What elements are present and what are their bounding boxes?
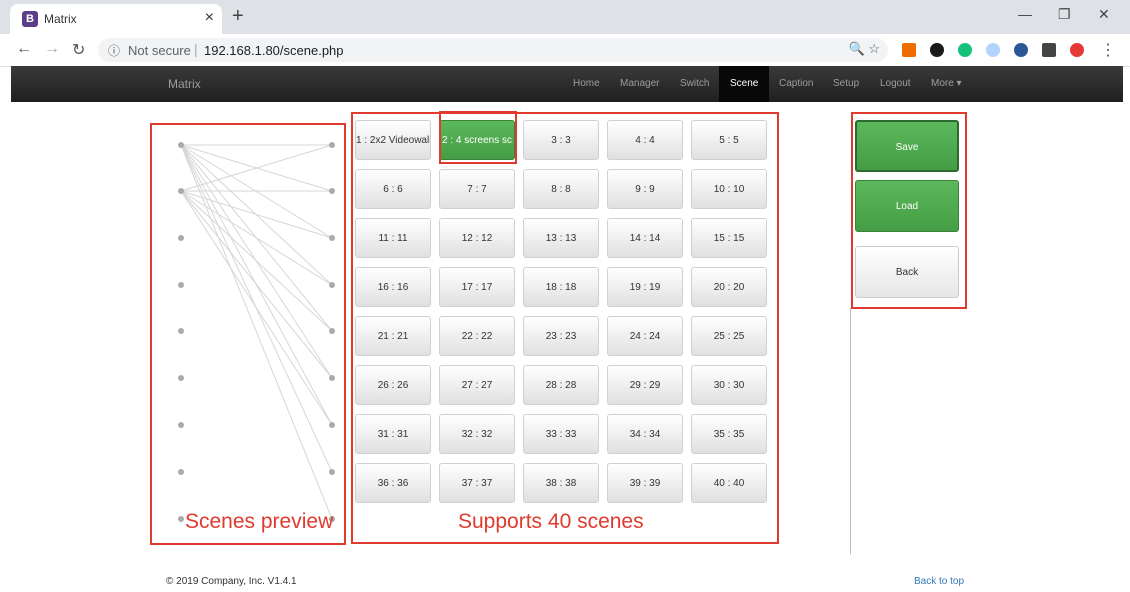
browser-tab-bar: B Matrix × + — ❐ ✕	[0, 0, 1130, 34]
grammarly-icon[interactable]	[958, 43, 972, 57]
extension-icon[interactable]	[902, 43, 916, 57]
security-label: Not secure	[128, 43, 191, 58]
url-text[interactable]: 192.168.1.80/scene.php	[204, 43, 344, 58]
forward-arrow-icon[interactable]: →	[44, 40, 60, 58]
nav-scene[interactable]: Scene	[719, 66, 770, 102]
scenes-annotation-box	[351, 112, 779, 544]
nav-more[interactable]: More ▾	[923, 66, 970, 102]
divider-line	[850, 308, 851, 554]
nav-manager[interactable]: Manager	[612, 66, 667, 102]
restore-icon[interactable]: ❐	[1058, 6, 1071, 23]
nav-logout[interactable]: Logout	[872, 66, 919, 102]
info-icon[interactable]: ⓘ	[108, 42, 120, 59]
tab-title: Matrix	[44, 12, 77, 26]
close-tab-icon[interactable]: ×	[205, 9, 214, 27]
extension-icon[interactable]	[1014, 43, 1028, 57]
nav-home[interactable]: Home	[565, 66, 608, 102]
zoom-star-icons[interactable]: 🔍 ☆	[849, 41, 880, 57]
close-window-icon[interactable]: ✕	[1098, 6, 1110, 23]
menu-icon[interactable]: ⋮	[1100, 40, 1116, 60]
extension-icon[interactable]	[1070, 43, 1084, 57]
back-arrow-icon[interactable]: ←	[16, 40, 32, 58]
nav-caption[interactable]: Caption	[771, 66, 821, 102]
active-scene-annotation-box	[439, 111, 517, 164]
nav-setup[interactable]: Setup	[825, 66, 867, 102]
actions-annotation-box	[851, 112, 967, 309]
brand[interactable]: Matrix	[168, 77, 201, 91]
reload-icon[interactable]: ↻	[72, 40, 85, 60]
nav-switch[interactable]: Switch	[672, 66, 717, 102]
new-tab-icon[interactable]: +	[232, 5, 244, 28]
back-to-top-link[interactable]: Back to top	[914, 576, 964, 587]
address-bar: ← → ↻ ⓘ Not secure | 192.168.1.80/scene.…	[0, 34, 1130, 67]
copyright-text: © 2019 Company, Inc. V1.4.1	[166, 576, 297, 587]
omnibox[interactable]: ⓘ Not secure | 192.168.1.80/scene.php 🔍 …	[98, 38, 888, 62]
minimize-icon[interactable]: —	[1018, 6, 1032, 22]
favicon-icon: B	[22, 11, 38, 27]
scenes-annotation-label: Supports 40 scenes	[458, 510, 644, 533]
extension-icon[interactable]	[930, 43, 944, 57]
preview-annotation-label: Scenes preview	[185, 510, 334, 533]
separator: |	[194, 41, 198, 57]
browser-tab[interactable]: B Matrix ×	[10, 4, 222, 34]
extension-icon[interactable]	[986, 43, 1000, 57]
app-navbar: Matrix Home Manager Switch Scene Caption…	[11, 66, 1123, 102]
puzzle-icon[interactable]	[1042, 43, 1056, 57]
preview-annotation-box	[150, 123, 346, 545]
